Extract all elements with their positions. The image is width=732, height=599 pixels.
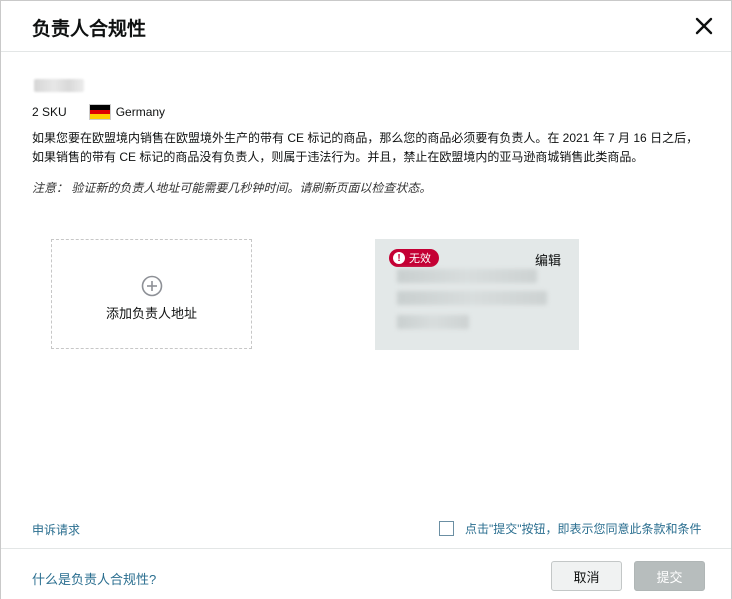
description-line-1: 如果您要在欧盟境内销售在欧盟境外生产的带有 CE 标记的商品，那么您的商品必须要… — [32, 131, 699, 145]
redacted-address-line — [397, 291, 547, 305]
redacted-address-line — [397, 269, 537, 283]
dialog-footer: 什么是负责人合规性? 取消 提交 — [1, 548, 731, 599]
dialog-header: 负责人合规性 — [1, 1, 731, 52]
redacted-address-line — [397, 315, 469, 329]
alert-icon: ! — [393, 252, 405, 264]
germany-flag-icon — [88, 104, 111, 120]
help-link[interactable]: 什么是负责人合规性? — [32, 569, 156, 588]
submit-button[interactable]: 提交 — [634, 561, 705, 591]
sku-count: 2 SKU — [32, 105, 67, 119]
description-line-2: 如果销售的带有 CE 标记的商品没有负责人，则属于违法行为。并且，禁止在欧盟境内… — [32, 150, 644, 164]
verification-note: 注意： 验证新的负责人地址可能需要几秒钟时间。请刷新页面以检查状态。 — [32, 181, 432, 195]
terms-checkbox[interactable] — [439, 521, 454, 536]
terms-agreement: 点击"提交"按钮，即表示您同意此条款和条件 — [439, 520, 702, 537]
plus-circle-icon — [141, 275, 162, 296]
country-name: Germany — [115, 105, 166, 119]
status-badge: ! 无效 — [389, 249, 439, 267]
responsible-person-dialog: 负责人合规性 2 SKU Germany 如果您要在欧盟境内销售在欧盟境外生产的… — [0, 0, 732, 599]
compliance-description: 如果您要在欧盟境内销售在欧盟境外生产的带有 CE 标记的商品，那么您的商品必须要… — [32, 129, 712, 167]
edit-address-link[interactable]: 编辑 — [535, 250, 561, 269]
status-badge-label: 无效 — [409, 253, 431, 265]
close-icon — [695, 17, 713, 35]
close-button[interactable] — [691, 13, 717, 39]
redacted-product-name — [34, 79, 84, 92]
add-address-label: 添加负责人地址 — [105, 305, 197, 321]
add-address-card[interactable]: 添加负责人地址 — [51, 239, 252, 349]
terms-label: 点击"提交"按钮，即表示您同意此条款和条件 — [465, 522, 702, 536]
product-meta: 2 SKU Germany — [32, 104, 165, 120]
cancel-button[interactable]: 取消 — [551, 561, 622, 591]
address-card: ! 无效 编辑 — [375, 239, 579, 350]
dialog-title: 负责人合规性 — [32, 19, 147, 40]
appeal-request-link[interactable]: 申诉请求 — [32, 521, 80, 538]
